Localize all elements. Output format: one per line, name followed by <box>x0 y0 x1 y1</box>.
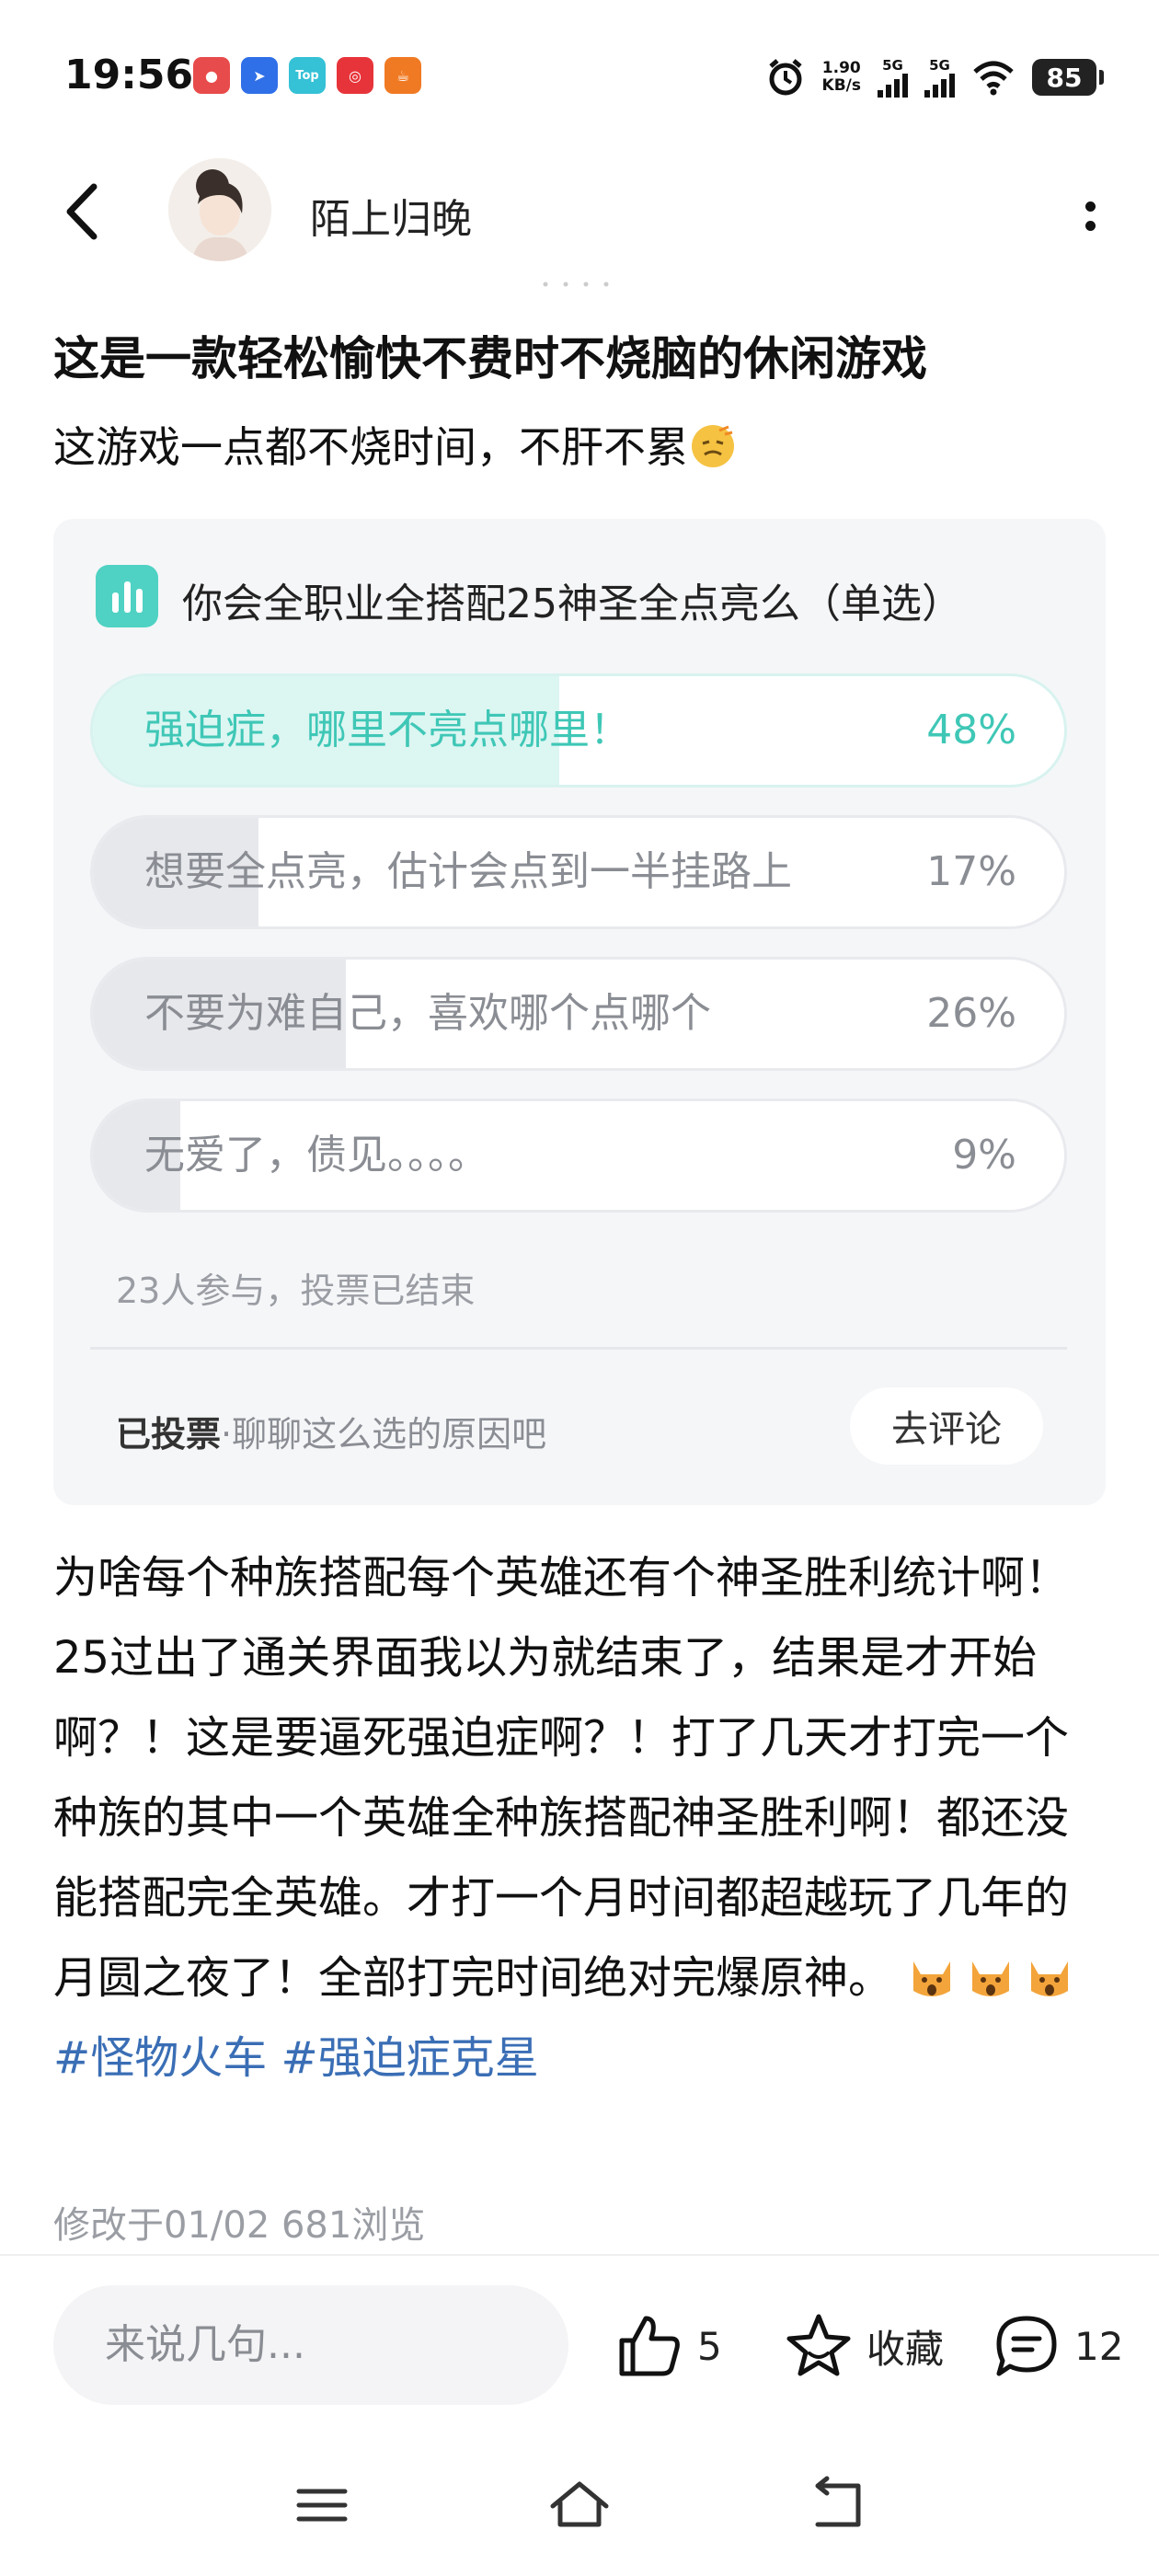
star-icon <box>786 2314 851 2376</box>
alarm-icon <box>768 59 802 96</box>
go-comment-button[interactable]: 去评论 <box>850 1387 1043 1465</box>
poll-option[interactable]: 想要全点亮，估计会点到一半挂路上 17% <box>90 815 1067 929</box>
poll-participants: 23人参与，投票已结束 <box>116 1271 476 1311</box>
navigation-app-icon: ➤ <box>241 57 278 94</box>
hashtag-link[interactable]: #强迫症克星 <box>281 2032 539 2084</box>
action-bar-divider <box>0 2254 1159 2256</box>
avatar-image <box>168 158 271 261</box>
signal-icon: 5G <box>878 57 908 98</box>
post-subtitle: 这游戏一点都不烧时间，不肝不累 <box>53 414 734 475</box>
voted-status: 已投票·聊聊这么选的原因吧 <box>116 1406 546 1456</box>
cup-app-icon: ☕ <box>384 57 421 94</box>
poll-divider <box>90 1347 1067 1350</box>
poll-option-label: 无爱了，债见。。。。 <box>144 1132 488 1179</box>
tired-face-emoji-icon <box>692 425 734 467</box>
home-nav-button[interactable] <box>547 2473 612 2537</box>
status-time: 19:56 <box>64 52 194 98</box>
poll-option[interactable]: 强迫症，哪里不亮点哪里！ 48% <box>90 673 1067 788</box>
home-icon <box>550 2481 609 2527</box>
back-arrow-icon <box>815 2476 861 2527</box>
back-button[interactable] <box>57 179 112 244</box>
voted-hint: ·聊聊这么选的原因吧 <box>221 1414 547 1455</box>
status-indicators: 1.90 KB/s 5G 5G 85 <box>765 50 1104 105</box>
poll-option-percent: 17% <box>926 848 1016 895</box>
thumbs-up-icon <box>619 2316 680 2376</box>
poll-option-label: 强迫症，哪里不亮点哪里！ <box>144 707 630 753</box>
post-meta: 修改于01/02 681浏览 <box>53 2204 426 2247</box>
poll-question: 你会全职业全搭配25神圣全点亮么（单选） <box>182 581 962 627</box>
poll-option-label: 不要为难自己，喜欢哪个点哪个 <box>144 990 711 1037</box>
signal-icon-2: 5G <box>924 57 955 98</box>
poll-option-label: 想要全点亮，估计会点到一半挂路上 <box>144 848 792 895</box>
top-app-icon: Top <box>289 57 326 94</box>
chevron-left-icon <box>66 183 98 240</box>
post-body: 为啥每个种族搭配每个英雄还有个神圣胜利统计啊！25过出了通关界面我以为就结束了，… <box>53 1538 1111 2099</box>
scream-cat-emoji-icon <box>913 1961 951 1996</box>
author-name[interactable]: 陌上归晚 <box>310 186 472 245</box>
like-count: 5 <box>697 2323 722 2369</box>
avatar[interactable] <box>168 158 271 261</box>
poll-chart-icon <box>96 565 158 627</box>
more-options-button[interactable] <box>1076 189 1104 244</box>
poll-option[interactable]: 不要为难自己，喜欢哪个点哪个 26% <box>90 957 1067 1071</box>
poll-option-percent: 26% <box>926 990 1016 1037</box>
status-bar: 19:56 ● ➤ Top ◎ ☕ 1.90 KB/s 5G 5G 85 <box>0 0 1159 156</box>
favorite-button[interactable]: 收藏 <box>784 2307 944 2385</box>
scream-cat-emoji-icon <box>1031 1961 1069 1996</box>
comment-input[interactable]: 来说几句... <box>53 2285 568 2405</box>
comment-bubble-icon <box>996 2316 1057 2376</box>
menu-icon <box>296 2489 348 2522</box>
dot-icon <box>1084 221 1096 231</box>
post-subtitle-text: 这游戏一点都不烧时间，不肝不累 <box>53 422 688 472</box>
post-body-text: 为啥每个种族搭配每个英雄还有个神圣胜利统计啊！25过出了通关界面我以为就结束了，… <box>53 1552 1070 2004</box>
menu-nav-button[interactable] <box>290 2473 354 2537</box>
comment-button[interactable]: 12 <box>992 2307 1123 2385</box>
like-button[interactable]: 5 <box>614 2307 722 2385</box>
grocery-app-icon: ● <box>193 57 230 94</box>
post-title: 这是一款轻松愉快不费时不烧脑的休闲游戏 <box>53 332 927 385</box>
dot-icon <box>1084 201 1096 212</box>
poll-option[interactable]: 无爱了，债见。。。。 9% <box>90 1098 1067 1213</box>
voted-label: 已投票 <box>116 1414 222 1455</box>
poll-option-percent: 48% <box>926 707 1016 753</box>
favorite-label: 收藏 <box>866 2326 945 2372</box>
hashtag-link[interactable]: #怪物火车 <box>53 2032 267 2084</box>
poll-option-percent: 9% <box>952 1132 1016 1179</box>
comment-input-placeholder: 来说几句... <box>105 2321 305 2368</box>
scroll-indicator <box>543 282 609 287</box>
battery-icon: 85 <box>1032 59 1104 96</box>
net-speed: 1.90 KB/s <box>821 59 861 95</box>
comment-count: 12 <box>1074 2323 1124 2369</box>
wifi-icon <box>973 61 1014 96</box>
back-nav-button[interactable] <box>805 2473 869 2537</box>
scream-cat-emoji-icon <box>972 1961 1010 1996</box>
music-app-icon: ◎ <box>337 57 373 94</box>
